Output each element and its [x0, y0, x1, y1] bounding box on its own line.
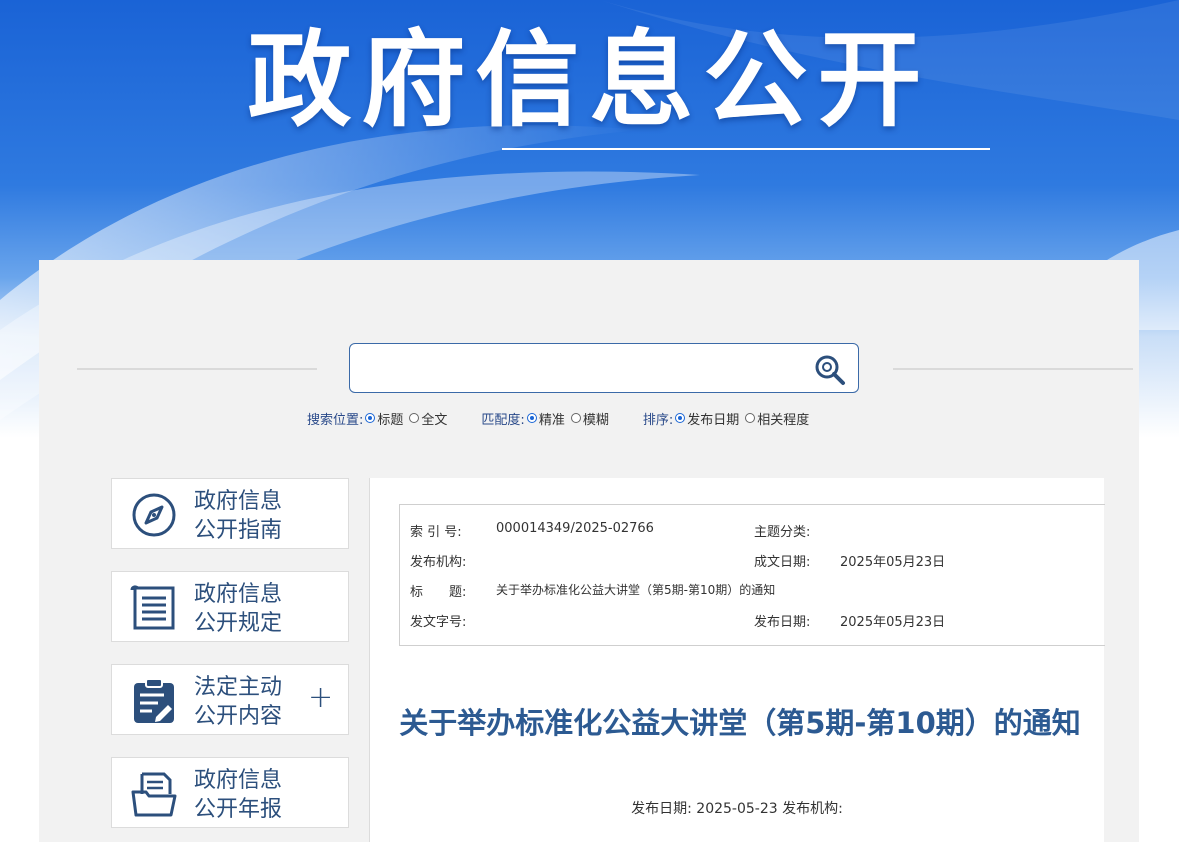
radio-checked-icon[interactable] — [675, 413, 686, 423]
published-date-value: 2025年05月23日 — [840, 615, 946, 630]
sidebar-item-label: 政府信息 公开规定 — [194, 582, 283, 636]
org-label: 发布机构: — [410, 555, 467, 570]
banner-title: 政府信息公开 — [247, 19, 932, 141]
radio-checked-icon[interactable] — [365, 413, 376, 423]
sort-relevance-option[interactable]: 相关程度 — [743, 409, 809, 428]
article-title: 关于举办标准化公益大讲堂（第5期-第10期）的通知 — [399, 706, 1081, 740]
radio-unchecked-icon[interactable] — [745, 413, 756, 423]
radio-unchecked-icon[interactable] — [409, 413, 420, 423]
radio-unchecked-icon[interactable] — [570, 413, 581, 423]
article-subline: 发布日期: 2025-05-23 发布机构: — [631, 801, 843, 817]
list-document-icon — [130, 584, 178, 632]
search-input[interactable] — [360, 350, 804, 388]
match-fuzzy-option[interactable]: 模糊 — [569, 409, 609, 428]
sidebar-item-regulations[interactable]: 政府信息 公开规定 — [111, 571, 349, 642]
divider-right — [893, 368, 1133, 370]
sidebar-item-label: 法定主动 公开内容 — [194, 675, 283, 729]
match-options: 匹配度: 精准 模糊 — [481, 409, 612, 428]
position-fulltext-option[interactable]: 全文 — [407, 409, 447, 428]
compass-icon — [130, 491, 178, 539]
search-box — [349, 343, 859, 393]
sidebar-item-label: 政府信息 公开指南 — [194, 489, 283, 543]
sort-date-option[interactable]: 发布日期 — [673, 409, 739, 428]
search-icon[interactable] — [813, 353, 847, 387]
sidebar-item-guide[interactable]: 政府信息 公开指南 — [111, 478, 349, 549]
index-number-value: 000014349/2025-02766 — [496, 521, 654, 536]
position-title-option[interactable]: 标题 — [363, 409, 403, 428]
search-options: 搜索位置: 标题 全文 匹配度: 精准 模糊 排序: 发布日期 相关程度 — [307, 408, 813, 428]
document-metadata-table: 索 引 号: 000014349/2025-02766 主题分类: 发布机构: … — [399, 504, 1105, 646]
clipboard-edit-icon — [130, 677, 178, 725]
published-date-label: 发布日期: — [754, 615, 811, 630]
match-label: 匹配度: — [481, 412, 525, 428]
expand-plus-icon[interactable]: + — [308, 683, 333, 713]
title-label: 标 题: — [410, 585, 467, 600]
topic-label: 主题分类: — [754, 525, 811, 540]
sidebar-item-statutory-content[interactable]: 法定主动 公开内容 + — [111, 664, 349, 735]
document-content: 索 引 号: 000014349/2025-02766 主题分类: 发布机构: … — [369, 478, 1105, 842]
title-value: 关于举办标准化公益大讲堂（第5期-第10期）的通知 — [496, 583, 776, 597]
index-number-label: 索 引 号: — [410, 525, 462, 540]
sort-options: 排序: 发布日期 相关程度 — [643, 409, 813, 428]
main-panel: 搜索位置: 标题 全文 匹配度: 精准 模糊 排序: 发布日期 相关程度 政府信… — [39, 260, 1139, 842]
folder-document-icon — [130, 770, 178, 818]
sidebar-item-label: 政府信息 公开年报 — [194, 768, 283, 822]
sidebar-item-annual-report[interactable]: 政府信息 公开年报 — [111, 757, 349, 828]
banner-underline — [502, 148, 990, 150]
position-label: 搜索位置: — [307, 412, 364, 428]
created-date-value: 2025年05月23日 — [840, 555, 946, 570]
divider-left — [77, 368, 317, 370]
created-date-label: 成文日期: — [754, 555, 811, 570]
doc-number-label: 发文字号: — [410, 615, 467, 630]
position-options: 搜索位置: 标题 全文 — [307, 409, 451, 428]
sort-label: 排序: — [642, 412, 674, 428]
radio-checked-icon[interactable] — [526, 413, 537, 423]
match-exact-option[interactable]: 精准 — [525, 409, 565, 428]
